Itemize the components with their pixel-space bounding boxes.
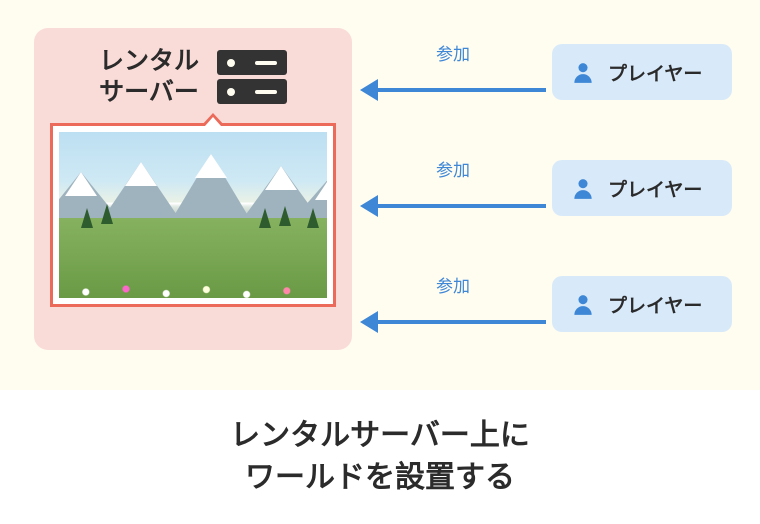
server-unit-icon: [217, 79, 287, 104]
caption-line-2: ワールドを設置する: [245, 457, 515, 499]
player-box-2: プレイヤー: [552, 160, 732, 216]
caption-band: レンタルサーバー上に ワールドを設置する: [0, 390, 760, 524]
server-header: レンタル サーバー: [50, 46, 336, 109]
rental-server-box: レンタル サーバー: [34, 28, 352, 350]
server-title: レンタル サーバー: [99, 46, 199, 109]
server-title-line1: レンタル: [99, 47, 199, 75]
arrow-left-icon: [360, 311, 378, 333]
person-icon: [570, 291, 596, 317]
diagram-canvas: レンタル サーバー: [0, 0, 760, 524]
world-landscape-image: [59, 132, 327, 298]
player-label: プレイヤー: [608, 175, 702, 202]
player-box-1: プレイヤー: [552, 44, 732, 100]
arrow-line: [378, 320, 546, 324]
arrow-line: [378, 204, 546, 208]
arrow-label: 参加: [436, 156, 470, 181]
server-title-line2: サーバー: [99, 78, 199, 106]
player-label: プレイヤー: [608, 291, 702, 318]
speech-notch-icon: [201, 113, 225, 126]
join-arrow-3: 参加: [360, 294, 546, 324]
arrow-left-icon: [360, 79, 378, 101]
world-frame: [50, 123, 336, 307]
person-icon: [570, 175, 596, 201]
server-rack-icon: [217, 50, 287, 104]
join-arrow-2: 参加: [360, 178, 546, 208]
player-box-3: プレイヤー: [552, 276, 732, 332]
join-arrow-1: 参加: [360, 62, 546, 92]
meadow-graphic: [59, 218, 327, 298]
server-unit-icon: [217, 50, 287, 75]
arrow-left-icon: [360, 195, 378, 217]
player-label: プレイヤー: [608, 59, 702, 86]
person-icon: [570, 59, 596, 85]
arrow-label: 参加: [436, 40, 470, 65]
arrow-line: [378, 88, 546, 92]
caption-line-1: レンタルサーバー上に: [230, 415, 530, 457]
arrow-label: 参加: [436, 272, 470, 297]
